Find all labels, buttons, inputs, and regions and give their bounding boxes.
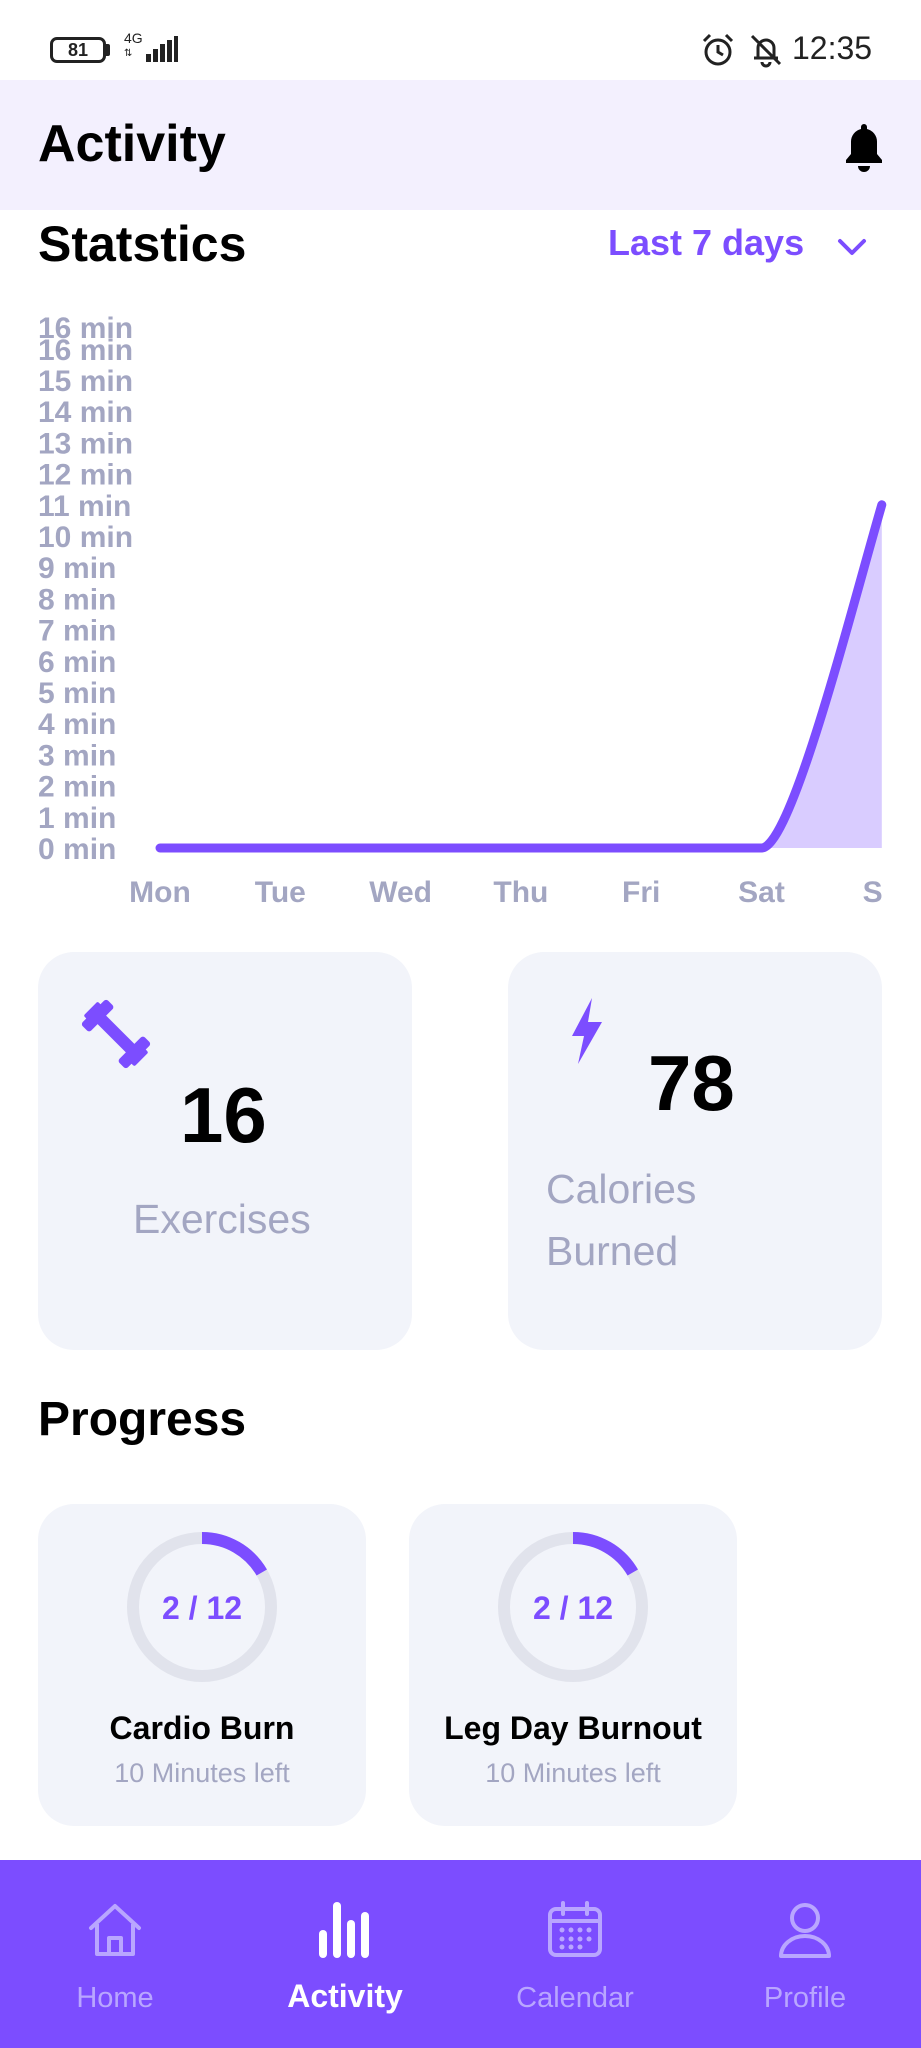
signal-icon: [146, 36, 178, 62]
exercises-card[interactable]: 16 Exercises: [38, 952, 412, 1350]
y-tick-label: 5 min: [38, 677, 116, 710]
x-tick-label: Thu: [493, 876, 548, 909]
battery-tip: [106, 44, 110, 56]
nav-calendar[interactable]: Calendar: [460, 1860, 690, 2048]
nav-activity-label: Activity: [287, 1978, 403, 2014]
nav-profile-label: Profile: [763, 1982, 847, 2014]
exercises-count: 16: [180, 1071, 267, 1159]
y-tick-label: 12 min: [38, 459, 133, 492]
y-tick-label: 6 min: [38, 646, 116, 679]
series-line: [155, 500, 887, 853]
y-tick-label: 1 min: [38, 802, 116, 835]
y-tick-label: 8 min: [38, 583, 116, 616]
y-tick-label: 3 min: [38, 739, 116, 772]
calendar-icon: [548, 1901, 602, 1957]
person-icon: [779, 1903, 831, 1958]
calories-count: 78: [648, 1039, 735, 1127]
y-tick-label: 13 min: [38, 427, 133, 460]
workout-name: Cardio Burn: [109, 1710, 295, 1746]
bell-icon[interactable]: [840, 120, 888, 172]
network-type: 4G ⇅: [124, 30, 143, 59]
y-tick-label: 11 min: [38, 490, 131, 523]
x-tick-label: Fri: [622, 876, 660, 909]
series-area: [160, 504, 882, 848]
y-tick-label: 7 min: [38, 615, 116, 648]
workout-name: Leg Day Burnout: [444, 1710, 702, 1746]
calories-label-line1: Calories: [546, 1166, 697, 1212]
y-tick-label: 16 min: [38, 312, 133, 345]
x-tick-label: Wed: [369, 876, 432, 909]
progress-title: Progress: [38, 1393, 247, 1446]
progress-count: 2 / 12: [532, 1590, 614, 1626]
y-tick-label: 14 min: [38, 396, 133, 429]
alarm-clock-icon: [702, 33, 734, 66]
bottom-nav: Home Activity Calendar Profile: [0, 1860, 921, 2048]
x-tick-label: Mon: [129, 876, 191, 909]
calories-card[interactable]: 78 Calories Burned: [508, 952, 882, 1350]
range-dropdown[interactable]: Last 7 days: [608, 222, 804, 264]
lightning-icon: [572, 998, 602, 1064]
activity-chart: 0 min1 min2 min3 min4 min5 min6 min7 min…: [38, 312, 901, 909]
x-tick-label: Sat: [738, 876, 785, 909]
time-left: 10 Minutes left: [485, 1758, 661, 1788]
statistics-title: Statstics: [38, 216, 247, 272]
nav-home[interactable]: Home: [0, 1860, 230, 2048]
nav-profile[interactable]: Profile: [690, 1860, 920, 2048]
y-tick-label: 10 min: [38, 521, 133, 554]
y-tick-label: 15 min: [38, 365, 133, 398]
page-title: Activity: [38, 115, 226, 173]
app-header: Activity: [0, 80, 921, 210]
y-tick-label: 0 min: [38, 833, 116, 866]
status-bar: 81 4G ⇅ 12:35: [0, 0, 921, 80]
dumbbell-icon: [81, 999, 151, 1069]
y-tick-label: 9 min: [38, 552, 116, 585]
battery-indicator: 81: [50, 37, 106, 63]
status-time: 12:35: [792, 30, 873, 66]
nav-activity[interactable]: Activity: [230, 1860, 460, 2048]
time-left: 10 Minutes left: [114, 1758, 290, 1788]
bar-chart-icon: [319, 1902, 369, 1958]
home-icon: [89, 1904, 141, 1956]
progress-card[interactable]: 2 / 12 Cardio Burn 10 Minutes left: [38, 1504, 366, 1826]
x-tick-label: Tue: [255, 876, 306, 909]
progress-count: 2 / 12: [161, 1590, 243, 1626]
nav-home-label: Home: [76, 1982, 154, 2014]
nav-calendar-label: Calendar: [516, 1982, 634, 2014]
calories-label-line2: Burned: [546, 1228, 679, 1274]
y-tick-label: 2 min: [38, 771, 116, 804]
mute-icon: [750, 34, 782, 68]
exercises-label: Exercises: [133, 1196, 311, 1242]
x-tick-label: Su: [863, 876, 901, 909]
progress-card[interactable]: 2 / 12 Leg Day Burnout 10 Minutes left: [409, 1504, 737, 1826]
y-tick-label: 4 min: [38, 708, 116, 741]
range-label: Last 7 days: [608, 222, 805, 263]
chevron-down-icon[interactable]: [834, 232, 870, 262]
